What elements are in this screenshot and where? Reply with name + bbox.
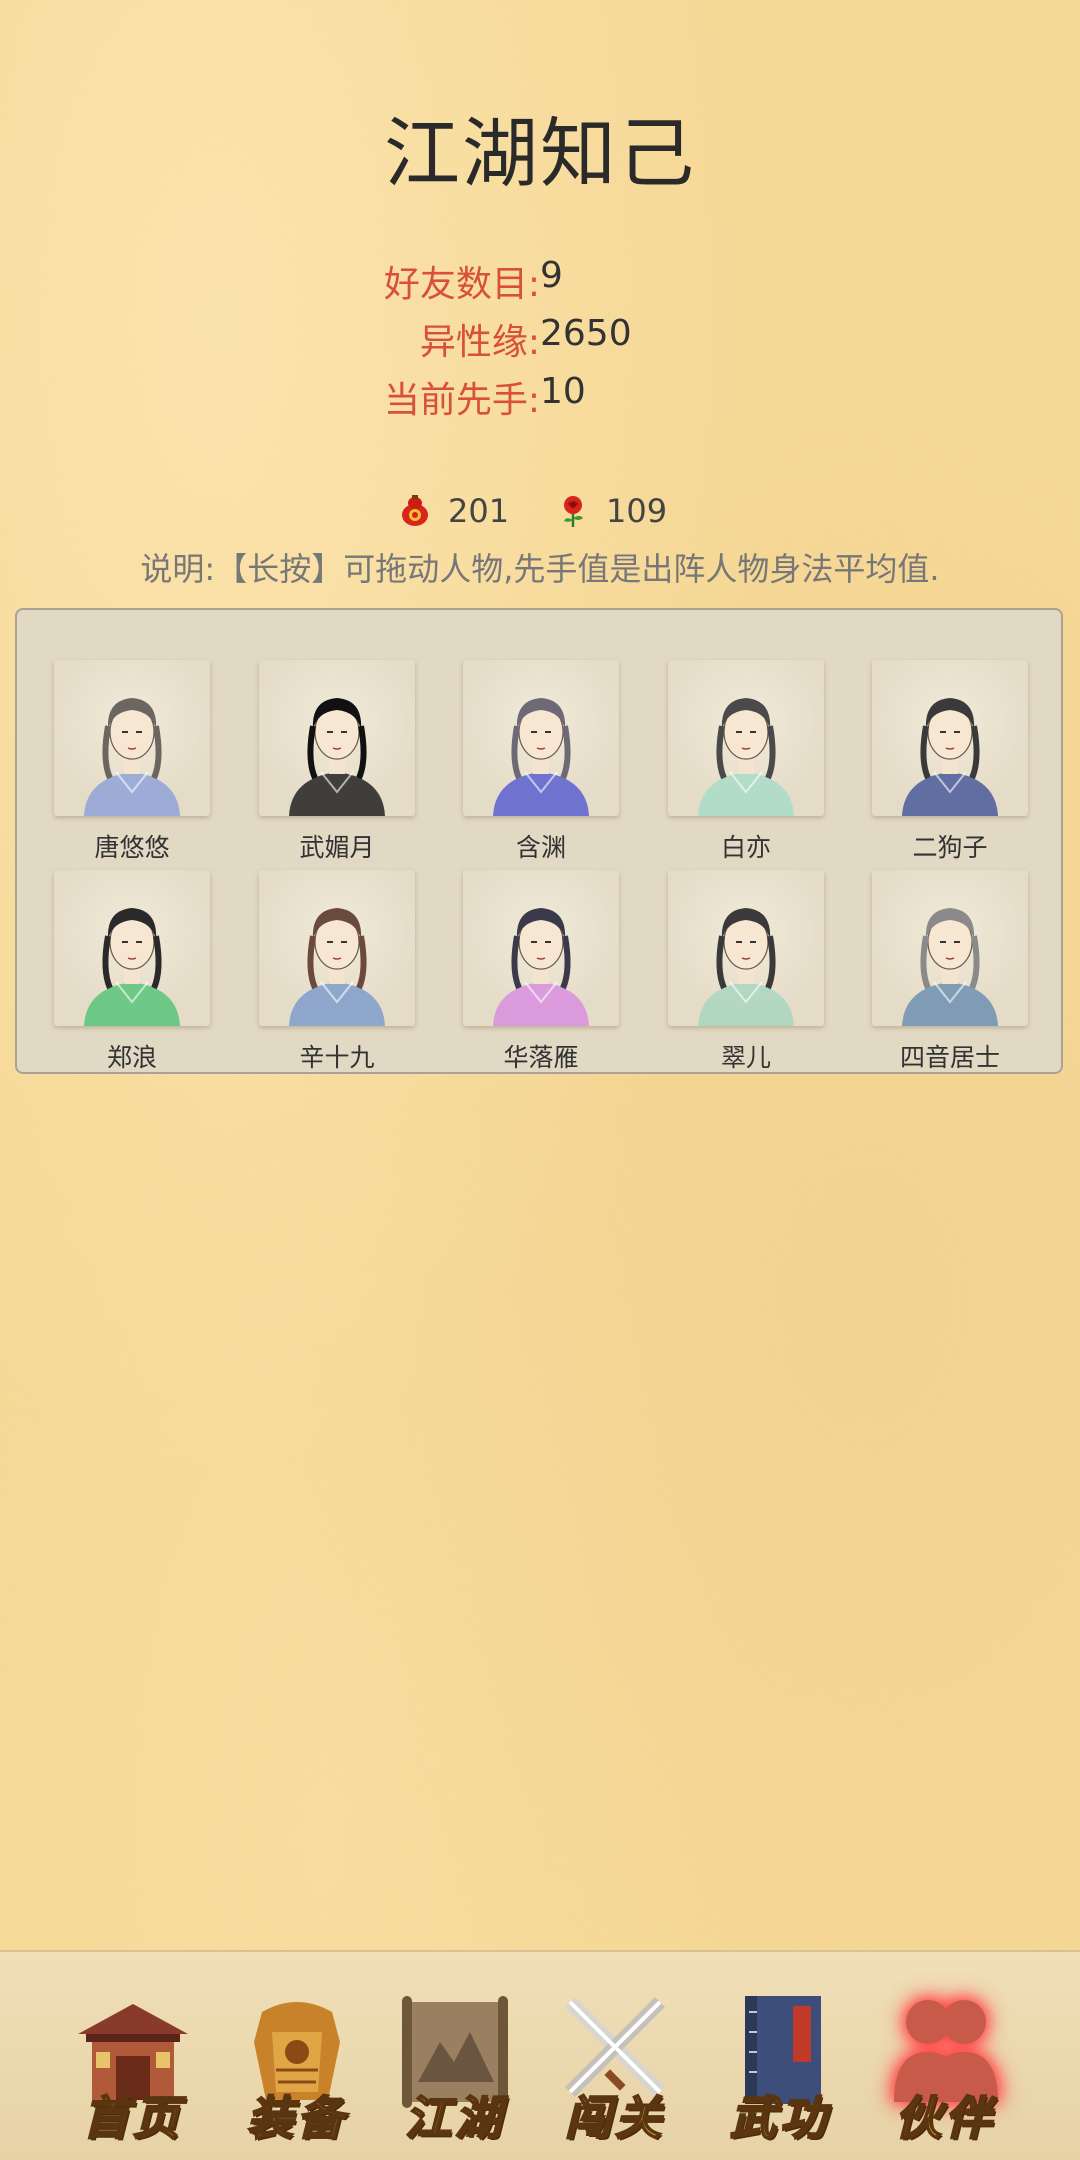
companion-portrait <box>872 870 1028 1026</box>
stat-label: 当前先手: <box>383 380 540 421</box>
companion-card[interactable]: 四音居士 <box>870 870 1030 1074</box>
bottom-navigation: 首页 装备 江湖 闯关 武功 伙伴 <box>0 1950 1080 2160</box>
companion-name: 四音居士 <box>899 1043 1000 1072</box>
red-gourd-icon <box>402 495 428 526</box>
page-title: 江湖知己 <box>384 109 696 198</box>
companion-portrait <box>54 660 210 816</box>
companion-card[interactable]: 唐悠悠 <box>52 660 212 864</box>
currency-value: 201 <box>448 492 510 530</box>
stat-value: 10 <box>540 371 586 412</box>
nav-button-4[interactable]: 武功 <box>705 1982 855 2146</box>
stat-charm: 异性缘: 2650 <box>0 313 1080 371</box>
companion-card[interactable]: 郑浪 <box>52 870 212 1074</box>
stat-value: 2650 <box>540 313 632 354</box>
companion-name: 翠儿 <box>720 1043 771 1072</box>
companion-portrait <box>668 870 824 1026</box>
companion-portrait <box>54 870 210 1026</box>
companion-name: 辛十九 <box>299 1043 375 1072</box>
companion-name: 含渊 <box>515 833 566 862</box>
companion-name: 郑浪 <box>106 1043 157 1072</box>
companion-name: 唐悠悠 <box>94 833 170 862</box>
nav-label: 装备 <box>246 2090 347 2146</box>
nav-button-1[interactable]: 装备 <box>222 1982 372 2146</box>
red-rose-icon <box>564 496 583 527</box>
companion-card[interactable]: 白亦 <box>666 660 826 864</box>
companion-portrait <box>259 660 415 816</box>
instruction-note: 说明:【长按】可拖动人物,先手值是出阵人物身法平均值. <box>140 550 940 588</box>
companion-grid: 唐悠悠 武媚月 含渊 白亦 二狗子郑浪 辛十九 华落雁 翠儿 四音居士 <box>15 608 1063 1074</box>
companion-card[interactable]: 翠儿 <box>666 870 826 1074</box>
nav-label: 首页 <box>82 2090 183 2146</box>
stat-friend-count: 好友数目: 9 <box>0 255 1080 313</box>
companion-name: 白亦 <box>720 833 771 862</box>
currency-gourd: 201 <box>398 488 509 534</box>
stat-label: 异性缘: <box>419 322 540 363</box>
companion-card[interactable]: 含渊 <box>461 660 621 864</box>
stat-label: 好友数目: <box>383 264 540 305</box>
nav-label: 江湖 <box>404 2090 505 2146</box>
stats-block: 好友数目: 9 异性缘: 2650 当前先手: 10 <box>0 255 1080 429</box>
companion-portrait <box>463 870 619 1026</box>
nav-label: 武功 <box>729 2090 830 2146</box>
nav-button-0[interactable]: 首页 <box>58 1982 208 2146</box>
companion-card[interactable]: 二狗子 <box>870 660 1030 864</box>
companion-card[interactable]: 华落雁 <box>461 870 621 1074</box>
nav-label: 闯关 <box>564 2090 665 2146</box>
nav-button-2[interactable]: 江湖 <box>380 1982 530 2146</box>
stat-value: 9 <box>540 255 563 296</box>
companion-name: 二狗子 <box>912 833 988 862</box>
stat-initiative: 当前先手: 10 <box>0 371 1080 429</box>
currency-bar: 201 109 <box>0 488 1080 534</box>
nav-button-3[interactable]: 闯关 <box>540 1982 690 2146</box>
companion-portrait <box>668 660 824 816</box>
currency-value: 109 <box>606 492 668 530</box>
companion-portrait <box>872 660 1028 816</box>
companion-portrait <box>259 870 415 1026</box>
companion-name: 武媚月 <box>299 833 375 862</box>
companion-card[interactable]: 辛十九 <box>257 870 417 1074</box>
companion-name: 华落雁 <box>503 1043 579 1072</box>
companion-card[interactable]: 武媚月 <box>257 660 417 864</box>
nav-button-5[interactable]: 伙伴 <box>870 1982 1020 2146</box>
companion-portrait <box>463 660 619 816</box>
currency-rose: 109 <box>556 488 667 534</box>
nav-label: 伙伴 <box>894 2090 995 2146</box>
